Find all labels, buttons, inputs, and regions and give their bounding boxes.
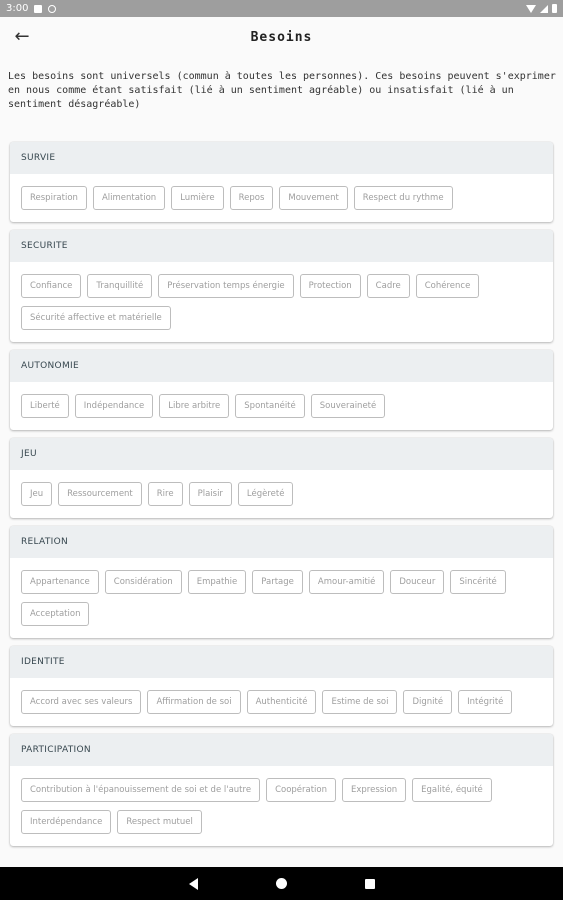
needs-section: IDENTITE Accord avec ses valeurs Affirmati…	[10, 646, 553, 726]
nav-back-icon[interactable]	[188, 877, 198, 890]
needs-section: JEU Jeu Ressourcement Rire Plaisir Légèreté	[10, 438, 553, 518]
needs-section: RELATION Appartenance Considération Empathi…	[10, 526, 553, 638]
need-chip[interactable]: Coopération	[266, 778, 337, 802]
status-left: 3:00	[6, 3, 57, 14]
need-chip[interactable]: Libre arbitre	[159, 394, 230, 418]
need-chip[interactable]: Cohérence	[415, 274, 480, 298]
need-chip[interactable]: Estime de soi	[322, 690, 398, 714]
needs-section: PARTICIPATION Contribution à l'épanouisse…	[10, 734, 553, 846]
need-chip[interactable]: Repos	[229, 186, 274, 210]
needs-list: SURVIE Respiration Alimentation Lumière Repo…	[10, 142, 553, 854]
chip-list: Respiration Alimentation Lumière Repos Mouve…	[10, 174, 553, 222]
need-chip[interactable]: Amour-amitié	[308, 570, 385, 594]
chip-list: Contribution à l'épanouissement de soi e…	[10, 766, 553, 846]
system-nav-bar	[0, 867, 563, 900]
need-chip[interactable]: Sécurité affective et matérielle	[21, 306, 171, 330]
section-header: AUTONOMIE	[10, 350, 553, 382]
section-header: PARTICIPATION	[10, 734, 553, 766]
need-chip[interactable]: Respect du rythme	[353, 186, 453, 210]
need-chip[interactable]: Liberté	[21, 394, 69, 418]
need-chip[interactable]: Interdépendance	[21, 810, 112, 834]
need-chip[interactable]: Dignité	[403, 690, 453, 714]
app-bar: ← Besoins	[0, 17, 563, 57]
needs-section: AUTONOMIE Liberté Indépendance Libre arbitr…	[10, 350, 553, 430]
need-chip[interactable]: Respiration	[21, 186, 87, 210]
need-chip[interactable]: Mouvement	[279, 186, 348, 210]
need-chip[interactable]: Alimentation	[92, 186, 166, 210]
need-chip[interactable]: Lumière	[171, 186, 224, 210]
needs-section: SECURITE Confiance Tranquillité Préservatio…	[10, 230, 553, 342]
need-chip[interactable]: Jeu	[21, 482, 53, 506]
wifi-icon	[526, 4, 536, 13]
chip-list: Confiance Tranquillité Préservation temps …	[10, 262, 553, 342]
need-chip[interactable]: Cadre	[366, 274, 410, 298]
chip-list: Accord avec ses valeurs Affirmation de so…	[10, 678, 553, 726]
need-chip[interactable]: Légèreté	[237, 482, 294, 506]
section-header: RELATION	[10, 526, 553, 558]
cellular-icon	[540, 4, 548, 13]
need-chip[interactable]: Indépendance	[74, 394, 154, 418]
section-header: SURVIE	[10, 142, 553, 174]
dnd-icon	[48, 4, 57, 13]
intro-text: Les besoins sont universels (commun à to…	[8, 71, 556, 110]
need-chip[interactable]: Sincérité	[450, 570, 506, 594]
need-chip[interactable]: Contribution à l'épanouissement de soi e…	[21, 778, 261, 802]
chip-list: Jeu Ressourcement Rire Plaisir Légèreté	[10, 470, 553, 518]
section-header: SECURITE	[10, 230, 553, 262]
need-chip[interactable]: Authenticité	[246, 690, 317, 714]
need-chip[interactable]: Ressourcement	[58, 482, 142, 506]
status-time: 3:00	[6, 3, 29, 14]
status-right	[526, 4, 557, 13]
need-chip[interactable]: Plaisir	[188, 482, 232, 506]
need-chip[interactable]: Empathie	[187, 570, 247, 594]
nav-recents-icon[interactable]	[364, 878, 375, 889]
need-chip[interactable]: Accord avec ses valeurs	[21, 690, 142, 714]
need-chip[interactable]: Respect mutuel	[117, 810, 202, 834]
need-chip[interactable]: Protection	[299, 274, 361, 298]
need-chip[interactable]: Douceur	[390, 570, 445, 594]
section-header: JEU	[10, 438, 553, 470]
needs-section: SURVIE Respiration Alimentation Lumière Repo…	[10, 142, 553, 222]
chip-list: Liberté Indépendance Libre arbitre Spontané…	[10, 382, 553, 430]
need-chip[interactable]: Rire	[147, 482, 183, 506]
battery-icon	[552, 4, 557, 13]
nav-home-icon[interactable]	[275, 878, 287, 889]
need-chip[interactable]: Préservation temps énergie	[158, 274, 294, 298]
status-bar: 3:00	[0, 0, 563, 17]
back-arrow-icon[interactable]: ←	[10, 25, 34, 49]
need-chip[interactable]: Confiance	[21, 274, 82, 298]
need-chip[interactable]: Partage	[252, 570, 303, 594]
page-title: Besoins	[250, 29, 313, 45]
need-chip[interactable]: Appartenance	[21, 570, 99, 594]
need-chip[interactable]: Tranquillité	[87, 274, 153, 298]
need-chip[interactable]: Acceptation	[21, 602, 90, 626]
notification-icon	[34, 4, 43, 13]
need-chip[interactable]: Considération	[104, 570, 182, 594]
need-chip[interactable]: Egalité, équité	[412, 778, 492, 802]
chip-list: Appartenance Considération Empathie Partage…	[10, 558, 553, 638]
need-chip[interactable]: Affirmation de soi	[147, 690, 241, 714]
need-chip[interactable]: Expression	[342, 778, 407, 802]
need-chip[interactable]: Souveraineté	[310, 394, 386, 418]
need-chip[interactable]: Spontanéité	[235, 394, 305, 418]
need-chip[interactable]: Intégrité	[458, 690, 513, 714]
section-header: IDENTITE	[10, 646, 553, 678]
